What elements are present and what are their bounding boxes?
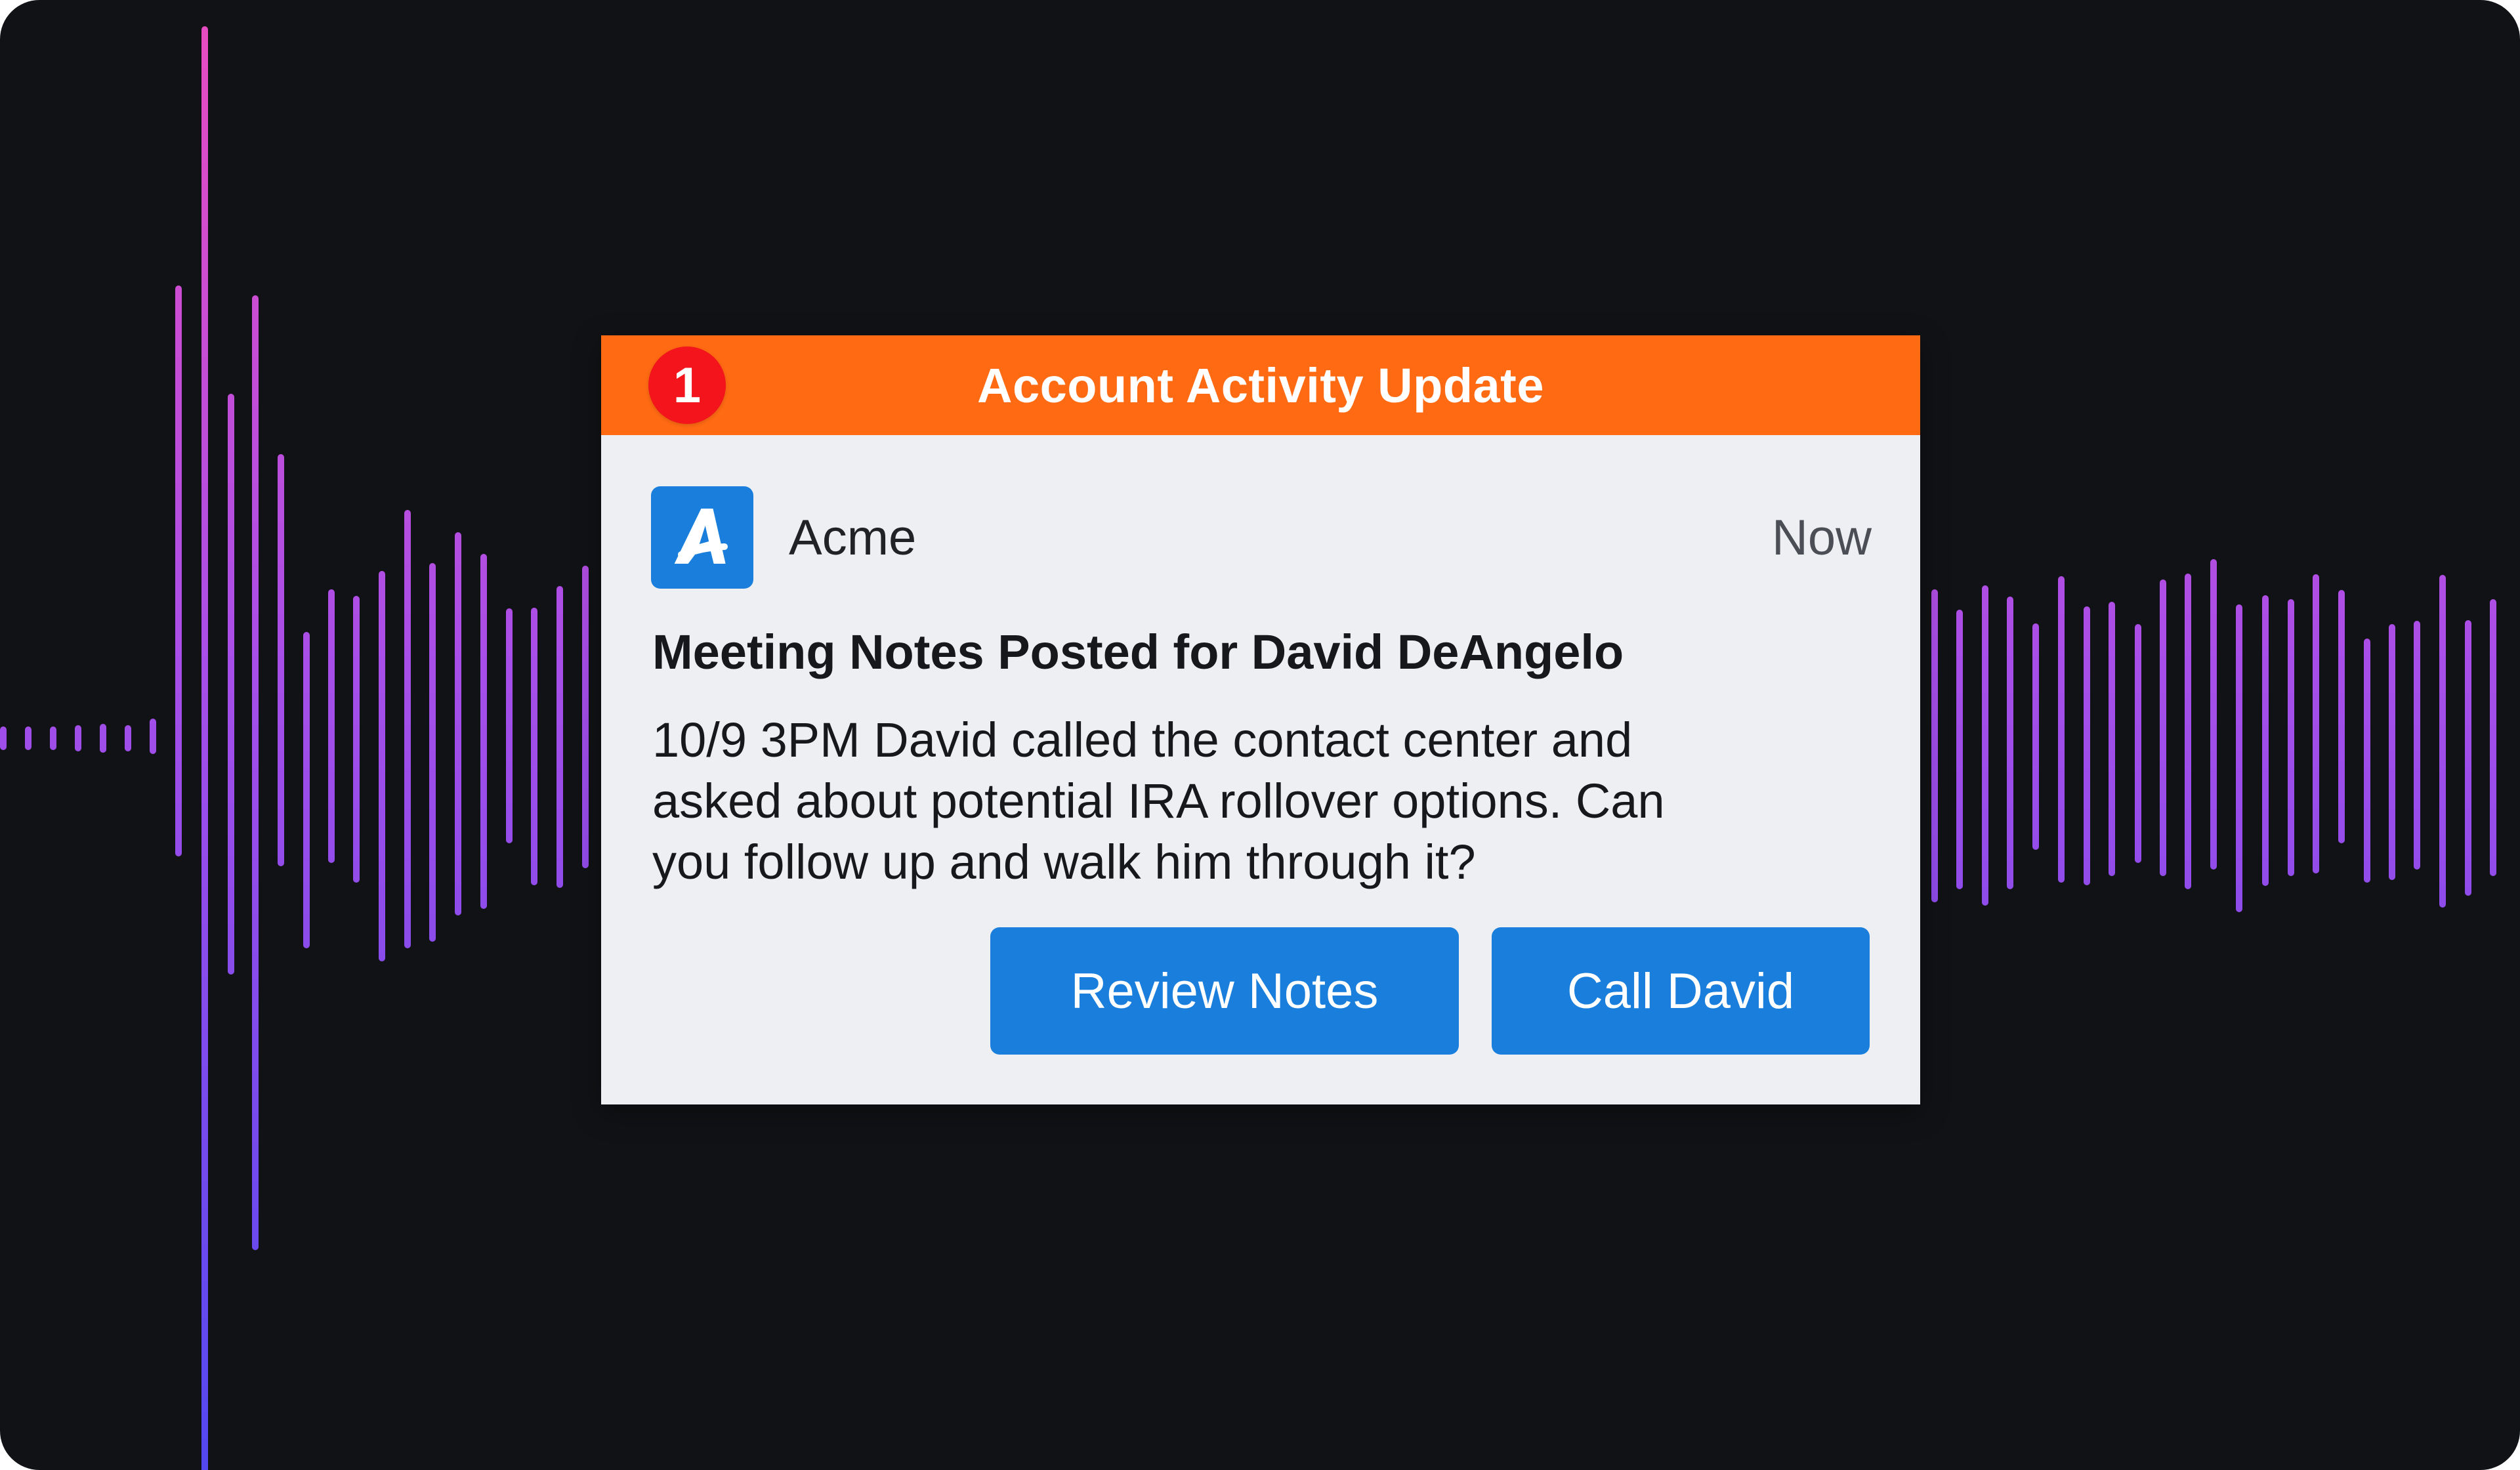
notification-title: Meeting Notes Posted for David DeAngelo <box>652 625 1624 679</box>
notification-timestamp: Now <box>1771 509 1872 566</box>
background-stage: 1 Account Activity Update Acme Now Meeti… <box>0 0 2520 1470</box>
notification-header-title: Account Activity Update <box>977 358 1544 413</box>
app-info-row: Acme Now <box>651 486 1872 589</box>
notification-body-line: 10/9 3PM David called the contact center… <box>652 713 1633 767</box>
notification-count-badge: 1 <box>648 346 726 424</box>
app-name: Acme <box>789 509 917 566</box>
call-david-button[interactable]: Call David <box>1492 927 1870 1055</box>
acme-logo-icon <box>651 486 753 589</box>
notification-body-line: you follow up and walk him through it? <box>652 835 1476 889</box>
review-notes-button[interactable]: Review Notes <box>990 927 1459 1055</box>
notification-body: 10/9 3PM David called the contact center… <box>652 709 1873 892</box>
notification-card[interactable]: 1 Account Activity Update Acme Now Meeti… <box>601 335 1920 1104</box>
notification-header: 1 Account Activity Update <box>601 335 1920 435</box>
notification-body-line: asked about potential IRA rollover optio… <box>652 774 1665 828</box>
